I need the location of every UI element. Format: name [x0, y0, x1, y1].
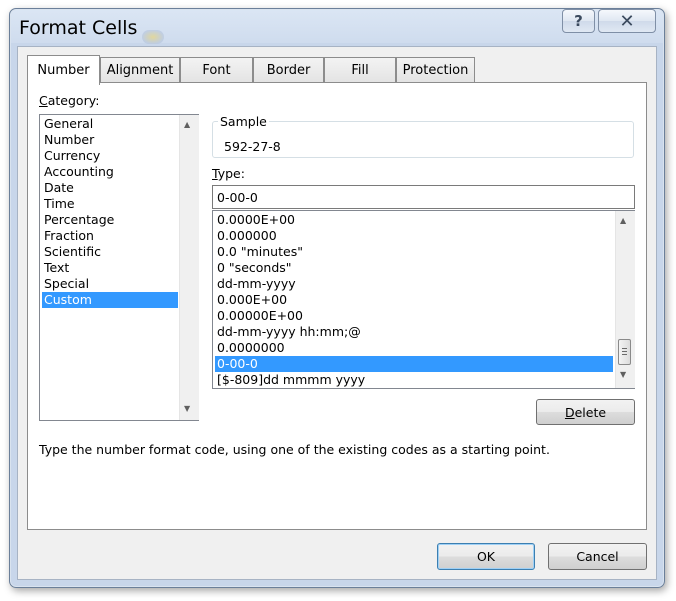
category-item-general[interactable]: General [42, 116, 178, 132]
category-scrollbar[interactable]: ▲ ▼ [179, 115, 199, 420]
ok-button[interactable]: OK [437, 543, 535, 570]
format-item[interactable]: [$-809]dd mmmm yyyy [215, 372, 613, 388]
format-item[interactable]: dd-mm-yyyy hh:mm;@ [215, 324, 613, 340]
close-button[interactable]: ✕ [598, 9, 656, 33]
category-item-percentage[interactable]: Percentage [42, 212, 178, 228]
tab-border[interactable]: Border [253, 57, 324, 83]
tab-number[interactable]: Number [27, 55, 100, 85]
category-item-accounting[interactable]: Accounting [42, 164, 178, 180]
scroll-up-arrow-icon[interactable]: ▲ [184, 120, 190, 129]
scroll-down-arrow-icon[interactable]: ▼ [620, 370, 626, 379]
category-item-special[interactable]: Special [42, 276, 178, 292]
sample-value: 592-27-8 [224, 139, 281, 154]
format-code-listbox[interactable]: 0.0000E+00 0.000000 0.0 "minutes" 0 "sec… [212, 210, 635, 389]
sample-label: Sample [218, 114, 269, 129]
hint-text: Type the number format code, using one o… [39, 442, 550, 457]
format-item-selected[interactable]: 0-00-0 [215, 356, 613, 372]
category-listbox[interactable]: General Number Currency Accounting Date … [39, 114, 199, 421]
format-item[interactable]: 0.0 "minutes" [215, 244, 613, 260]
category-label: Category: [39, 93, 100, 108]
format-scrollbar[interactable]: ▲ ▼ [615, 211, 635, 388]
format-item[interactable]: 0 "seconds" [215, 260, 613, 276]
tab-font[interactable]: Font [180, 57, 253, 83]
type-label: Type: [212, 166, 245, 181]
format-item[interactable]: 0.00000E+00 [215, 308, 613, 324]
category-item-date[interactable]: Date [42, 180, 178, 196]
category-item-currency[interactable]: Currency [42, 148, 178, 164]
delete-button[interactable]: Delete [536, 399, 635, 425]
category-item-scientific[interactable]: Scientific [42, 244, 178, 260]
help-icon: ? [574, 12, 583, 30]
category-item-number[interactable]: Number [42, 132, 178, 148]
tab-alignment[interactable]: Alignment [100, 57, 180, 83]
scroll-up-arrow-icon[interactable]: ▲ [620, 216, 626, 225]
dialog-title: Format Cells [19, 17, 138, 39]
category-item-text[interactable]: Text [42, 260, 178, 276]
tab-fill[interactable]: Fill [324, 57, 396, 83]
tab-protection[interactable]: Protection [396, 57, 475, 83]
app-icon [142, 30, 164, 44]
help-button[interactable]: ? [562, 9, 595, 33]
type-input[interactable]: 0-00-0 [212, 185, 635, 209]
scroll-down-arrow-icon[interactable]: ▼ [184, 404, 190, 413]
format-item[interactable]: 0.0000E+00 [215, 212, 613, 228]
format-item[interactable]: 0.000E+00 [215, 292, 613, 308]
format-item[interactable]: dd-mm-yyyy [215, 276, 613, 292]
cancel-button[interactable]: Cancel [548, 543, 647, 570]
format-item[interactable]: 0.000000 [215, 228, 613, 244]
format-item[interactable]: 0.0000000 [215, 340, 613, 356]
format-scroll-thumb[interactable] [618, 339, 631, 365]
category-item-custom[interactable]: Custom [42, 292, 178, 308]
category-item-time[interactable]: Time [42, 196, 178, 212]
close-icon: ✕ [619, 10, 635, 32]
category-item-fraction[interactable]: Fraction [42, 228, 178, 244]
